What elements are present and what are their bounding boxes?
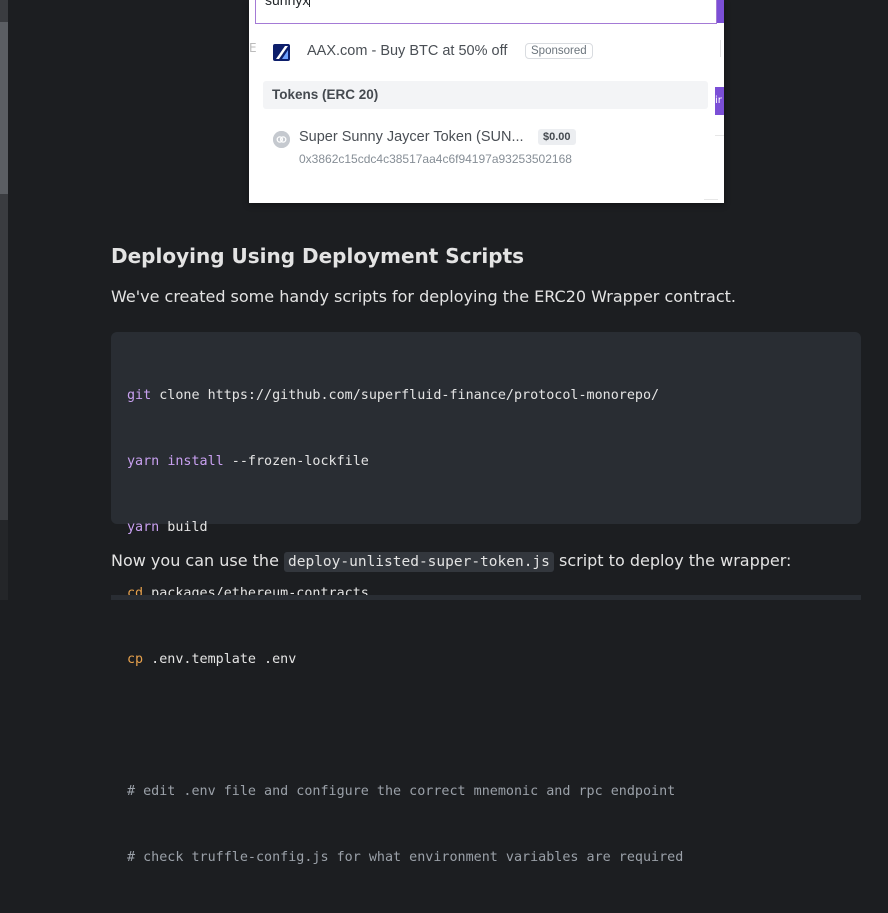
token-result[interactable]: Super Sunny Jaycer Token (SUN... $0.00 0… bbox=[249, 124, 709, 174]
search-input[interactable]: sunnyx bbox=[255, 0, 717, 24]
aax-logo-icon bbox=[273, 44, 290, 61]
code-content: git clone https://github.com/superfluid-… bbox=[127, 341, 683, 913]
usage-paragraph: Now you can use the deploy-unlisted-supe… bbox=[111, 551, 792, 572]
code-line: yarn build bbox=[127, 520, 208, 535]
token-name: Super Sunny Jaycer Token (SUN... bbox=[299, 129, 524, 145]
intro-paragraph: We've created some handy scripts for dep… bbox=[111, 287, 737, 306]
ad-text: AAX.com - Buy BTC at 50% off bbox=[307, 43, 508, 59]
divider bbox=[704, 199, 718, 200]
code-line: git clone https://github.com/superfluid-… bbox=[127, 388, 660, 403]
search-query: sunnyx bbox=[265, 0, 310, 8]
code-comment: # edit .env file and configure the corre… bbox=[127, 784, 676, 799]
background-button[interactable]: ir bbox=[715, 87, 724, 115]
code-comment: # check truffle-config.js for what envir… bbox=[127, 850, 684, 865]
inline-code: deploy-unlisted-super-token.js bbox=[284, 552, 554, 572]
token-price-badge: $0.00 bbox=[538, 129, 576, 145]
code-line: cd packages/ethereum-contracts bbox=[127, 586, 369, 601]
search-dropdown-panel: E ir sunnyx AAX.com - Buy BTC at 50% off… bbox=[249, 0, 724, 203]
divider bbox=[715, 135, 724, 136]
sponsored-badge: Sponsored bbox=[525, 43, 593, 59]
code-block[interactable]: git clone https://github.com/superfluid-… bbox=[111, 332, 861, 865]
code-line: cp .env.template .env bbox=[127, 652, 297, 667]
scrollbar-thumb[interactable] bbox=[0, 22, 8, 194]
token-address: 0x3862c15cdc4c38517aa4c6f94197a932535021… bbox=[299, 152, 572, 166]
divider bbox=[720, 40, 721, 57]
next-code-block bbox=[111, 595, 861, 600]
token-link-icon bbox=[273, 131, 290, 148]
code-line: yarn install --frozen-lockfile bbox=[127, 454, 369, 469]
sponsored-result[interactable]: AAX.com - Buy BTC at 50% off Sponsored bbox=[249, 36, 709, 68]
scrollbar-track-lower bbox=[0, 520, 8, 600]
section-heading: Deploying Using Deployment Scripts bbox=[111, 244, 525, 268]
text-caret bbox=[309, 0, 311, 7]
tokens-section-header: Tokens (ERC 20) bbox=[263, 81, 708, 109]
